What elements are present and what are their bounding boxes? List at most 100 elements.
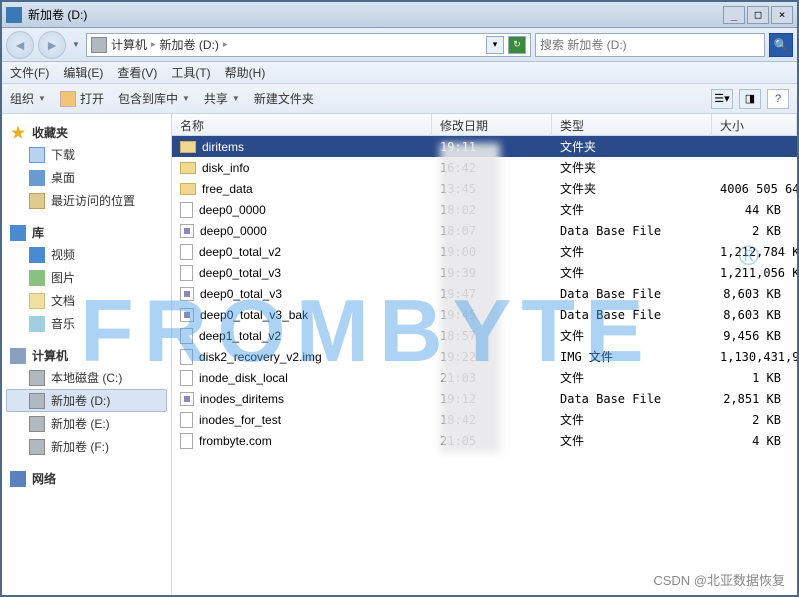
- db-icon: [180, 287, 194, 301]
- file-type: 文件夹: [552, 180, 712, 197]
- sidebar-libraries[interactable]: 库: [6, 222, 167, 243]
- organize-button[interactable]: 组织▼: [10, 90, 46, 107]
- table-row[interactable]: deep0_total_v319:47Data Base File8,603 K…: [172, 283, 797, 304]
- menu-view[interactable]: 查看(V): [117, 64, 157, 81]
- table-row[interactable]: disk2_recovery_v2.img19:22IMG 文件1,130,43…: [172, 346, 797, 367]
- breadcrumb-separator-icon[interactable]: ▸: [223, 39, 228, 50]
- sidebar-item-music[interactable]: 音乐: [6, 312, 167, 335]
- maximize-button[interactable]: □: [747, 6, 769, 24]
- table-row[interactable]: deep0_000018:07Data Base File2 KB: [172, 220, 797, 241]
- menu-help[interactable]: 帮助(H): [225, 64, 266, 81]
- file-icon: [180, 265, 193, 281]
- library-icon: [10, 225, 26, 241]
- close-button[interactable]: ×: [771, 6, 793, 24]
- column-size[interactable]: 大小: [712, 114, 797, 137]
- view-options-button[interactable]: ☰▾: [711, 89, 733, 109]
- sidebar-network[interactable]: 网络: [6, 468, 167, 489]
- column-type[interactable]: 类型: [552, 114, 712, 137]
- disk-icon: [91, 37, 107, 53]
- table-row[interactable]: diritems19:11文件夹: [172, 136, 797, 157]
- menu-file[interactable]: 文件(F): [10, 64, 49, 81]
- help-button[interactable]: ?: [767, 89, 789, 109]
- table-row[interactable]: inodes_for_test18:42文件2 KB: [172, 409, 797, 430]
- file-size: 8,603 KB: [712, 308, 797, 322]
- table-row[interactable]: deep0_total_v3_bak19:45Data Base File8,6…: [172, 304, 797, 325]
- folder-icon: [180, 183, 196, 195]
- address-dropdown-button[interactable]: ▾: [486, 36, 504, 54]
- table-row[interactable]: inodes_diritems19:12Data Base File2,851 …: [172, 388, 797, 409]
- explorer-window: 新加卷 (D:) _ □ × ◄ ► ▼ 计算机 ▸ 新加卷 (D:) ▸ ▾ …: [0, 0, 799, 597]
- sidebar-item-disk-c[interactable]: 本地磁盘 (C:): [6, 366, 167, 389]
- db-icon: [180, 392, 194, 406]
- forward-button[interactable]: ►: [38, 31, 66, 59]
- table-row[interactable]: inode_disk_local21:03文件1 KB: [172, 367, 797, 388]
- include-library-button[interactable]: 包含到库中▼: [118, 90, 190, 107]
- window-title: 新加卷 (D:): [28, 6, 723, 23]
- file-date: 16:42: [432, 161, 552, 175]
- file-icon: [180, 328, 193, 344]
- menu-tools[interactable]: 工具(T): [171, 64, 210, 81]
- file-date: 21:05: [432, 434, 552, 448]
- sidebar-item-disk-f[interactable]: 新加卷 (F:): [6, 435, 167, 458]
- column-date[interactable]: 修改日期: [432, 114, 552, 137]
- minimize-button[interactable]: _: [723, 6, 745, 24]
- file-size: 2 KB: [712, 224, 797, 238]
- sidebar-item-disk-d[interactable]: 新加卷 (D:): [6, 389, 167, 412]
- sidebar-favorites[interactable]: ★收藏夹: [6, 122, 167, 143]
- table-row[interactable]: deep0_total_v319:39文件1,211,056 KB: [172, 262, 797, 283]
- music-icon: [29, 316, 45, 332]
- search-input[interactable]: 搜索 新加卷 (D:): [535, 33, 765, 57]
- file-date: 19:00: [432, 245, 552, 259]
- menu-edit[interactable]: 编辑(E): [63, 64, 103, 81]
- file-name: deep0_total_v3: [200, 287, 282, 301]
- breadcrumb[interactable]: 计算机: [111, 36, 147, 53]
- desktop-icon: [29, 170, 45, 186]
- sidebar-item-documents[interactable]: 文档: [6, 289, 167, 312]
- sidebar-item-disk-e[interactable]: 新加卷 (E:): [6, 412, 167, 435]
- file-date: 19:45: [432, 308, 552, 322]
- file-list[interactable]: diritems19:11文件夹disk_info16:42文件夹free_da…: [172, 136, 797, 595]
- table-row[interactable]: deep1_total_v218:57文件9,456 KB: [172, 325, 797, 346]
- recent-icon: [29, 193, 45, 209]
- breadcrumb[interactable]: 新加卷 (D:): [160, 36, 219, 53]
- sidebar-item-pictures[interactable]: 图片: [6, 266, 167, 289]
- file-icon: [180, 349, 193, 365]
- preview-pane-button[interactable]: ◨: [739, 89, 761, 109]
- file-icon: [180, 412, 193, 428]
- file-type: 文件: [552, 432, 712, 449]
- new-folder-button[interactable]: 新建文件夹: [254, 90, 314, 107]
- file-date: 18:07: [432, 224, 552, 238]
- disk-icon: [29, 393, 45, 409]
- table-row[interactable]: frombyte.com21:05文件4 KB: [172, 430, 797, 451]
- sidebar-item-downloads[interactable]: 下载: [6, 143, 167, 166]
- table-row[interactable]: deep0_000018:02文件44 KB: [172, 199, 797, 220]
- app-icon: [6, 7, 22, 23]
- table-row[interactable]: free_data13:45文件夹4006 505 646: [172, 178, 797, 199]
- refresh-button[interactable]: ↻: [508, 36, 526, 54]
- table-row[interactable]: deep0_total_v219:00文件1,212,784 KB: [172, 241, 797, 262]
- network-icon: [10, 471, 26, 487]
- sidebar-computer[interactable]: 计算机: [6, 345, 167, 366]
- open-button[interactable]: 打开: [60, 90, 104, 107]
- titlebar[interactable]: 新加卷 (D:) _ □ ×: [2, 2, 797, 28]
- address-bar[interactable]: 计算机 ▸ 新加卷 (D:) ▸ ▾ ↻: [86, 33, 531, 57]
- sidebar-item-desktop[interactable]: 桌面: [6, 166, 167, 189]
- breadcrumb-separator-icon[interactable]: ▸: [151, 39, 156, 50]
- file-name: deep0_total_v3: [199, 266, 281, 280]
- back-button[interactable]: ◄: [6, 31, 34, 59]
- db-icon: [180, 224, 194, 238]
- sidebar-item-recent[interactable]: 最近访问的位置: [6, 189, 167, 212]
- folder-icon: [180, 162, 196, 174]
- file-type: IMG 文件: [552, 348, 712, 365]
- sidebar-item-videos[interactable]: 视频: [6, 243, 167, 266]
- search-button[interactable]: 🔍: [769, 33, 793, 57]
- file-type: 文件: [552, 411, 712, 428]
- file-size: 1 KB: [712, 371, 797, 385]
- share-button[interactable]: 共享▼: [204, 90, 240, 107]
- table-row[interactable]: disk_info16:42文件夹: [172, 157, 797, 178]
- toolbar: 组织▼ 打开 包含到库中▼ 共享▼ 新建文件夹 ☰▾ ◨ ?: [2, 84, 797, 114]
- file-type: Data Base File: [552, 392, 712, 406]
- file-name: inode_disk_local: [199, 371, 288, 385]
- nav-history-dropdown[interactable]: ▼: [70, 33, 82, 57]
- column-name[interactable]: 名称: [172, 114, 432, 137]
